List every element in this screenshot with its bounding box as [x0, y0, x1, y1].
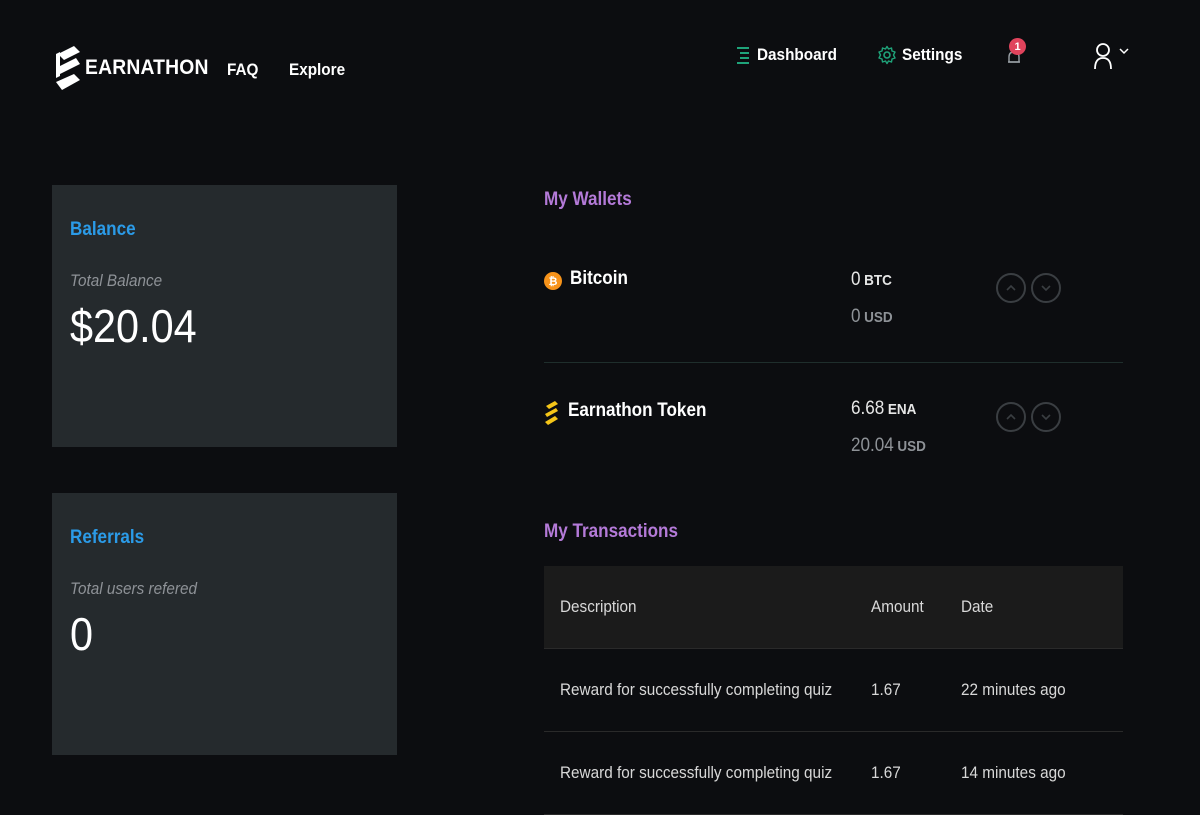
nav-faq-link[interactable]: FAQ — [227, 60, 258, 80]
gear-icon — [878, 45, 896, 65]
wallet-usd-label: USD — [864, 309, 893, 326]
chevron-down-icon — [1041, 414, 1051, 421]
wallet-usd-value: 0 — [851, 306, 861, 327]
transaction-amount: 1.67 — [871, 680, 901, 699]
wallet-name: Bitcoin — [570, 268, 628, 289]
total-referrals-value: 0 — [70, 608, 94, 660]
table-row: Reward for successfully completing quiz … — [544, 732, 1123, 815]
earnathon-logo-icon — [56, 46, 80, 90]
nav-settings-link[interactable]: Settings — [877, 45, 969, 65]
my-wallets-title: My Wallets — [544, 189, 632, 210]
user-menu-button[interactable] — [1093, 42, 1129, 70]
wallet-amount: 6.68 ENA — [851, 398, 916, 420]
total-balance-value: $20.04 — [70, 300, 197, 352]
wallet-usd-value: 20.04 — [851, 435, 894, 456]
notifications-button[interactable]: 1 — [1004, 38, 1034, 70]
my-transactions-title: My Transactions — [544, 521, 679, 542]
wallet-currency: ENA — [887, 401, 917, 418]
bitcoin-icon: ₿ — [544, 271, 562, 290]
wallet-amount-value: 6.68 — [851, 398, 885, 419]
dashboard-icon — [737, 47, 749, 64]
wallet-amount: 0 BTC — [851, 269, 892, 291]
balance-card-title: Balance — [70, 219, 136, 240]
column-header-date[interactable]: Date — [961, 566, 997, 648]
transaction-description: Reward for successfully completing quiz — [560, 680, 833, 699]
receive-button[interactable] — [1031, 402, 1061, 432]
wallet-currency: BTC — [864, 272, 892, 289]
table-header: Description Amount Date — [544, 566, 1123, 649]
table-row: Reward for successfully completing quiz … — [544, 649, 1123, 732]
dashboard-label: Dashboard — [757, 45, 837, 64]
user-icon — [1094, 43, 1112, 70]
chevron-up-icon — [1006, 284, 1016, 291]
svg-text:₿: ₿ — [549, 275, 558, 288]
transaction-date: 14 minutes ago — [961, 763, 1066, 782]
transaction-description: Reward for successfully completing quiz — [560, 763, 833, 782]
wallet-usd-amount: 0 USD — [851, 306, 893, 328]
column-header-amount[interactable]: Amount — [871, 566, 930, 648]
nav-dashboard-link[interactable]: Dashboard — [734, 45, 846, 65]
chevron-up-icon — [1006, 413, 1016, 420]
wallet-usd-label: USD — [897, 438, 926, 455]
wallet-row-bitcoin: ₿ Bitcoin 0 BTC 0 USD — [544, 268, 1123, 338]
referrals-card-subtitle: Total users refered — [70, 579, 198, 598]
wallet-name: Earnathon Token — [568, 400, 707, 421]
referrals-card-title: Referrals — [70, 527, 145, 548]
wallet-amount-value: 0 — [851, 269, 861, 290]
nav-explore-link[interactable]: Explore — [289, 60, 345, 80]
earnathon-token-icon — [545, 401, 558, 425]
send-button[interactable] — [996, 273, 1026, 303]
transaction-date: 22 minutes ago — [961, 680, 1066, 699]
send-button[interactable] — [996, 402, 1026, 432]
receive-button[interactable] — [1031, 273, 1061, 303]
column-header-description[interactable]: Description — [560, 566, 645, 648]
settings-label: Settings — [902, 45, 963, 64]
transactions-table: Description Amount Date Reward for succe… — [544, 566, 1123, 815]
chevron-down-icon — [1041, 285, 1051, 292]
earnathon-logo[interactable]: EARNATHON — [54, 46, 219, 90]
notification-badge: 1 — [1009, 38, 1026, 55]
chevron-down-icon — [1119, 48, 1129, 55]
wallet-usd-amount: 20.04 USD — [851, 435, 926, 457]
wallet-row-earnathon-token: Earnathon Token 6.68 ENA 20.04 USD — [544, 397, 1123, 467]
referrals-card: Referrals Total users refered 0 — [52, 493, 397, 755]
balance-card-subtitle: Total Balance — [70, 271, 163, 290]
transaction-amount: 1.67 — [871, 763, 901, 782]
balance-card: Balance Total Balance $20.04 — [52, 185, 397, 447]
logo-text: EARNATHON — [85, 56, 209, 79]
wallet-divider — [544, 362, 1123, 363]
